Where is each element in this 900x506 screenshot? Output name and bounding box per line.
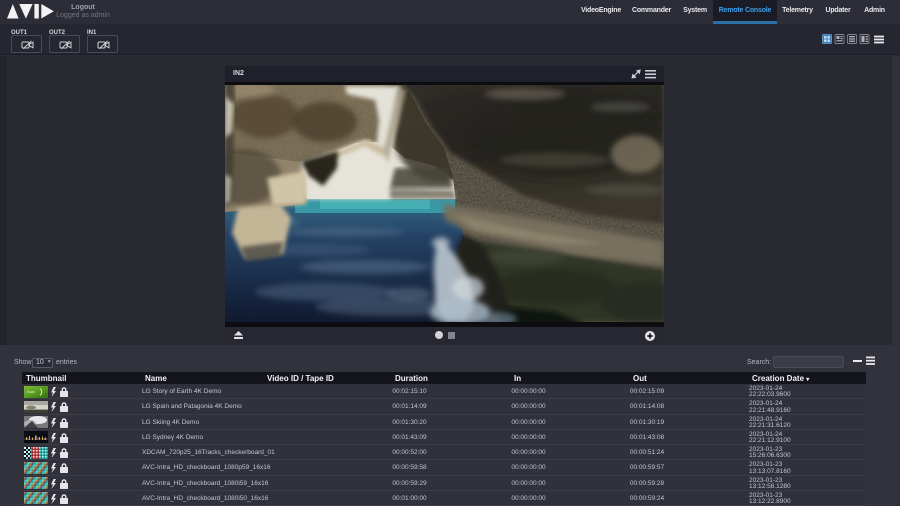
- svg-text:Sun: Sun: [27, 389, 34, 394]
